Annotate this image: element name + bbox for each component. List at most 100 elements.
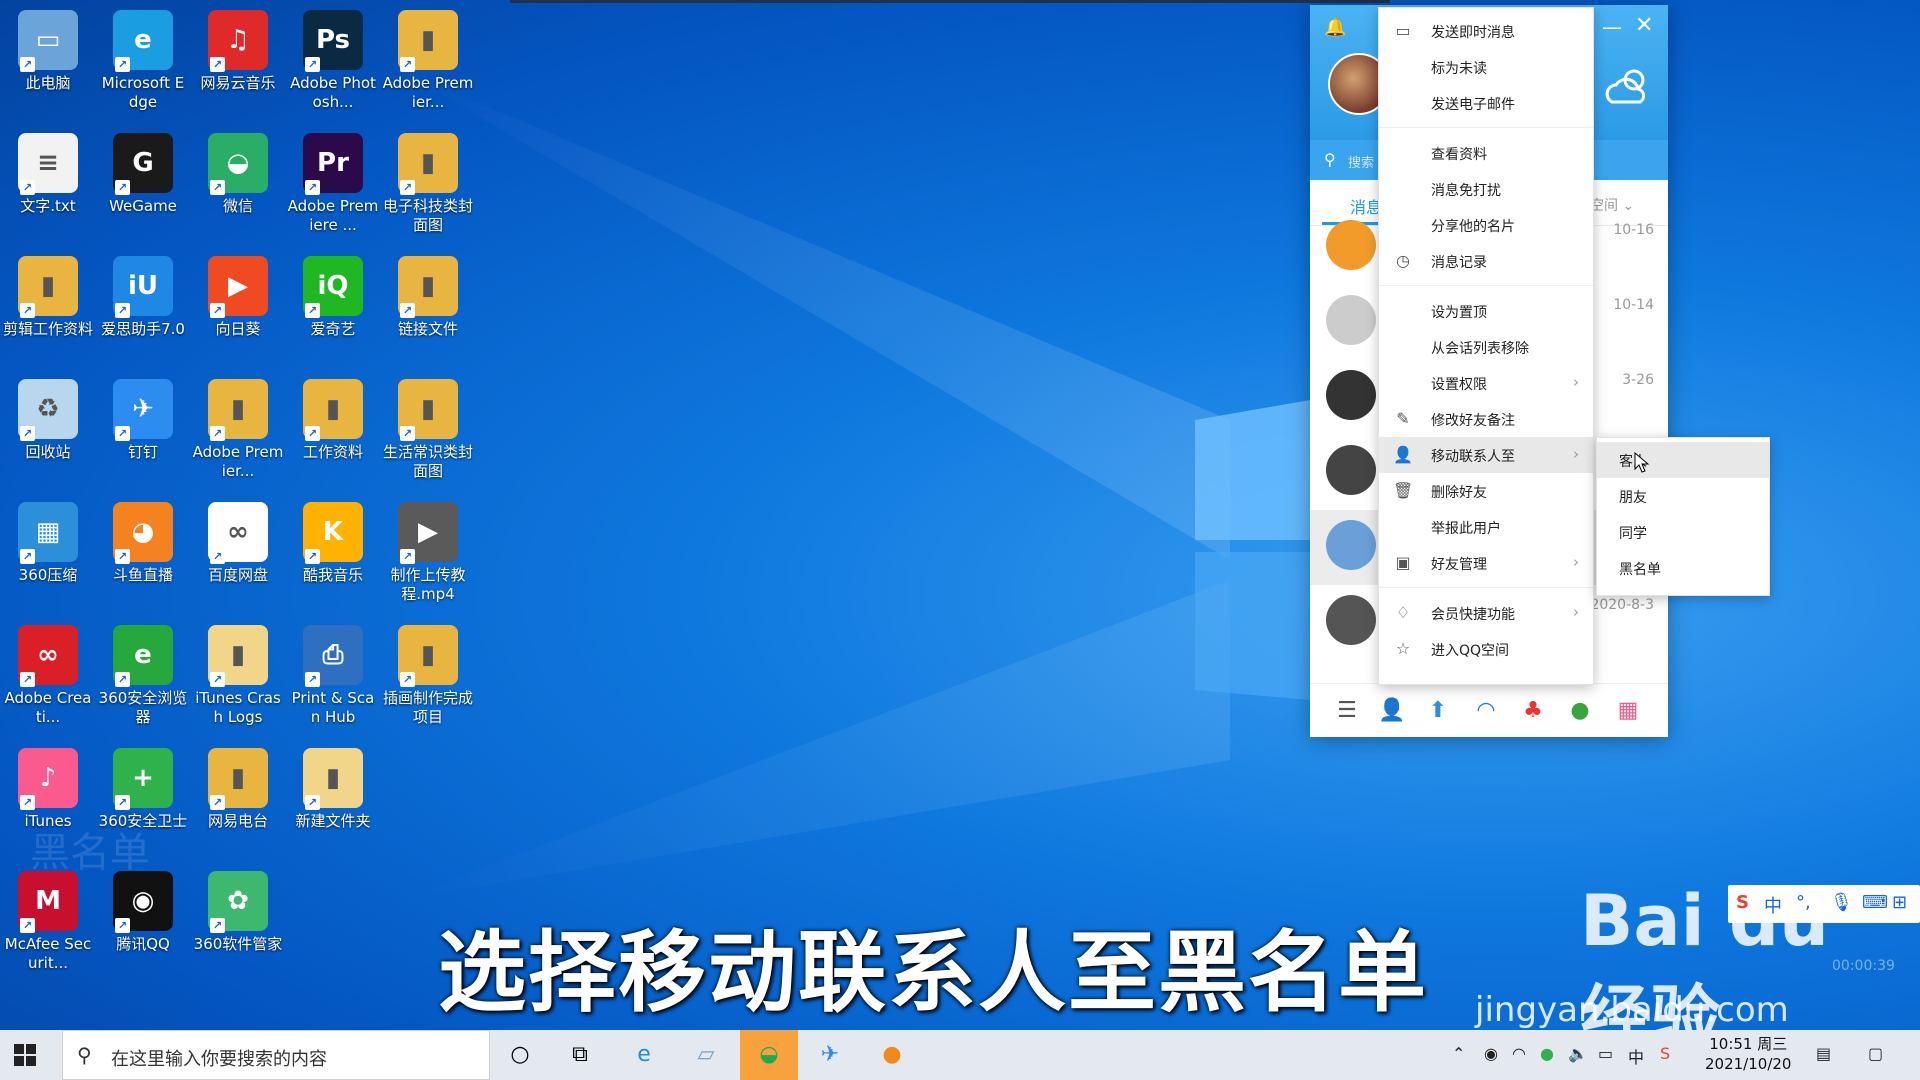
desktop-icon[interactable]: G ↗ WeGame bbox=[97, 125, 189, 243]
tray-expand-icon[interactable]: ⌃ bbox=[1452, 1044, 1465, 1063]
desktop-icon[interactable]: ▶ ↗ 制作上传教程.mp4 bbox=[382, 494, 474, 612]
context-menu-item[interactable]: 🗑 删除好友 bbox=[1379, 473, 1593, 509]
desktop-icon[interactable]: ▮ ↗ 剪辑工作资料 bbox=[2, 248, 94, 366]
shortcut-arrow-icon: ↗ bbox=[210, 549, 225, 564]
context-menu-label: 举报此用户 bbox=[1431, 521, 1501, 537]
desktop-icon[interactable]: ◉ ↗ 腾讯QQ bbox=[97, 863, 189, 981]
desktop-icon[interactable]: ▦ ↗ 360压缩 bbox=[2, 494, 94, 612]
volume-icon[interactable]: 🔈 bbox=[1568, 1044, 1588, 1063]
file-explorer-icon[interactable]: ▱ bbox=[680, 1030, 732, 1080]
desktop-icon[interactable]: ▮ ↗ 新建文件夹 bbox=[287, 740, 379, 858]
desktop-icon[interactable]: Pr ↗ Adobe Premiere ... bbox=[287, 125, 379, 243]
submenu-group-item[interactable]: 黑名单 bbox=[1597, 550, 1769, 586]
submenu-group-item[interactable]: 朋友 bbox=[1597, 478, 1769, 514]
desktop-icon[interactable]: ✿ ↗ 360软件管家 bbox=[192, 863, 284, 981]
desktop-icon[interactable]: Ps ↗ Adobe Photosh... bbox=[287, 2, 379, 120]
desktop-icon[interactable]: ≡ ↗ 文字.txt bbox=[2, 125, 94, 243]
taskbar-search-box[interactable]: ⚲ 在这里输入你要搜索的内容 bbox=[62, 1030, 490, 1080]
shortcut-arrow-icon: ↗ bbox=[20, 672, 35, 687]
microphone-icon[interactable]: 🎙 bbox=[1830, 892, 1853, 913]
input-method-icon[interactable]: 中 bbox=[1628, 1044, 1644, 1068]
context-menu-item[interactable]: 设置权限 › bbox=[1379, 365, 1593, 401]
weather-icon[interactable] bbox=[1600, 60, 1656, 116]
context-menu-item[interactable]: ♢ 会员快捷功能 › bbox=[1379, 595, 1593, 631]
cortana-icon[interactable]: ○ bbox=[494, 1030, 546, 1080]
context-menu-item[interactable]: 设为置顶 bbox=[1379, 293, 1593, 329]
tray-sogou-icon[interactable]: S bbox=[1660, 1044, 1670, 1063]
desktop-icon[interactable]: ✈ ↗ 钉钉 bbox=[97, 371, 189, 489]
add-friend-icon[interactable]: 👤 bbox=[1378, 698, 1405, 724]
file-assistant-icon[interactable]: ⬆ bbox=[1425, 698, 1451, 724]
edge-taskbar-icon[interactable]: e bbox=[618, 1030, 670, 1080]
context-menu-item[interactable]: 从会话列表移除 bbox=[1379, 329, 1593, 365]
dingtalk-taskbar-icon[interactable]: ✈ bbox=[804, 1030, 856, 1080]
desktop-icon[interactable]: ▶ ↗ 向日葵 bbox=[192, 248, 284, 366]
desktop-icon[interactable]: K ↗ 酷我音乐 bbox=[287, 494, 379, 612]
context-menu-item[interactable]: 标为未读 bbox=[1379, 49, 1593, 85]
qq-music-icon[interactable]: ● bbox=[1567, 698, 1593, 724]
desktop-icon[interactable]: ♫ ↗ 网易云音乐 bbox=[192, 2, 284, 120]
qq-game-icon[interactable]: ♣ bbox=[1520, 698, 1546, 724]
mouse-cursor-icon bbox=[1634, 452, 1650, 473]
context-menu-item[interactable]: 发送电子邮件 bbox=[1379, 85, 1593, 121]
desktop-icon[interactable]: ▮ ↗ 插画制作完成项目 bbox=[382, 617, 474, 735]
battery-icon[interactable]: ▭ bbox=[1598, 1044, 1613, 1063]
desktop-icon[interactable]: ▮ ↗ 工作资料 bbox=[287, 371, 379, 489]
menu-icon[interactable]: ☰ bbox=[1334, 698, 1360, 724]
qq-browser-icon[interactable]: ◠ bbox=[1473, 698, 1499, 724]
context-menu-item[interactable]: ✎ 修改好友备注 bbox=[1379, 401, 1593, 437]
submenu-group-item[interactable]: 同学 bbox=[1597, 514, 1769, 550]
desktop-icon[interactable]: M ↗ McAfee Securit... bbox=[2, 863, 94, 981]
ime-mode[interactable]: 中 bbox=[1764, 892, 1782, 918]
bell-icon[interactable]: 🔔 bbox=[1324, 17, 1346, 38]
wechat-taskbar-icon[interactable]: ◒ bbox=[740, 1030, 798, 1080]
desktop-icon[interactable]: ▭ ↗ 此电脑 bbox=[2, 2, 94, 120]
sunflower-taskbar-icon[interactable]: ● bbox=[866, 1030, 918, 1080]
keyboard-icon[interactable]: ⌨ bbox=[1862, 892, 1888, 913]
context-menu-item[interactable]: 👤 移动联系人至 › bbox=[1379, 437, 1593, 473]
desktop-icon[interactable]: e ↗ 360安全浏览器 bbox=[97, 617, 189, 735]
submenu-group-item[interactable]: 客人 bbox=[1597, 442, 1769, 478]
desktop-icon[interactable]: ▮ ↗ 生活常识类封面图 bbox=[382, 371, 474, 489]
tray-qq-icon[interactable]: ◉ bbox=[1484, 1044, 1498, 1063]
tray-360-icon[interactable]: ● bbox=[1540, 1044, 1554, 1063]
desktop-icon[interactable]: iQ ↗ 爱奇艺 bbox=[287, 248, 379, 366]
desktop-icon[interactable]: ▮ ↗ 链接文件 bbox=[382, 248, 474, 366]
desktop-icon[interactable]: ⎙ ↗ Print & Scan Hub bbox=[287, 617, 379, 735]
star-icon: ☆ bbox=[1395, 639, 1411, 658]
desktop-icon[interactable]: ∞ ↗ Adobe Creati... bbox=[2, 617, 94, 735]
shortcut-arrow-icon: ↗ bbox=[400, 672, 415, 687]
windows-start-icon[interactable] bbox=[12, 1042, 38, 1068]
close-icon[interactable]: ✕ bbox=[1635, 13, 1653, 38]
desktop-icon[interactable]: ♻ ↗ 回收站 bbox=[2, 371, 94, 489]
desktop-icon[interactable]: ▮ ↗ 网易电台 bbox=[192, 740, 284, 858]
desktop-icon[interactable]: ▮ ↗ Adobe Premier... bbox=[382, 2, 474, 120]
app-grid-icon[interactable]: ▦ bbox=[1615, 698, 1641, 724]
context-menu-item[interactable]: ▣ 好友管理 › bbox=[1379, 545, 1593, 581]
desktop-icon[interactable]: ▮ ↗ 电子科技类封面图 bbox=[382, 125, 474, 243]
context-menu-item[interactable]: 举报此用户 bbox=[1379, 509, 1593, 545]
punctuation-icon[interactable]: °, bbox=[1796, 892, 1811, 913]
context-menu-item[interactable]: 消息免打扰 bbox=[1379, 171, 1593, 207]
context-menu-item[interactable]: ◷ 消息记录 bbox=[1379, 243, 1593, 279]
action-center-icon[interactable]: ▢ bbox=[1868, 1044, 1883, 1063]
context-menu-item[interactable]: ▭ 发送即时消息 bbox=[1379, 13, 1593, 49]
desktop-icon[interactable]: ◕ ↗ 斗鱼直播 bbox=[97, 494, 189, 612]
context-menu-item[interactable]: 查看资料 bbox=[1379, 135, 1593, 171]
desktop-icon[interactable]: ∞ ↗ 百度网盘 bbox=[192, 494, 284, 612]
desktop-icon[interactable]: ▮ ↗ iTunes Crash Logs bbox=[192, 617, 284, 735]
desktop-icon[interactable]: ◒ ↗ 微信 bbox=[192, 125, 284, 243]
wifi-icon[interactable]: ◠ bbox=[1512, 1044, 1526, 1063]
toolbox-icon[interactable]: ⊞ bbox=[1892, 892, 1907, 913]
desktop-icon[interactable]: ▮ ↗ Adobe Premier... bbox=[192, 371, 284, 489]
contact-context-menu: ▭ 发送即时消息 标为未读 发送电子邮件 查看资料 消息免打扰 分享他的名片 ◷ 消息记录设为置… bbox=[1378, 7, 1594, 685]
minimize-icon[interactable]: — bbox=[1602, 15, 1622, 39]
desktop-icon[interactable]: e ↗ Microsoft Edge bbox=[97, 2, 189, 120]
context-menu-item[interactable]: ☆ 进入QQ空间 bbox=[1379, 631, 1593, 667]
desktop-icon[interactable]: iU ↗ 爱思助手7.0 bbox=[97, 248, 189, 366]
ime-toolbar[interactable]: S 中 °, 🎙 ⌨ ⊞ bbox=[1728, 885, 1920, 923]
notes-icon[interactable]: ▤ bbox=[1816, 1044, 1831, 1063]
context-menu-item[interactable]: 分享他的名片 bbox=[1379, 207, 1593, 243]
task-view-icon[interactable]: ⧉ bbox=[554, 1030, 606, 1080]
taskbar-clock[interactable]: 10:51 周三 2021/10/20 bbox=[1705, 1034, 1791, 1074]
